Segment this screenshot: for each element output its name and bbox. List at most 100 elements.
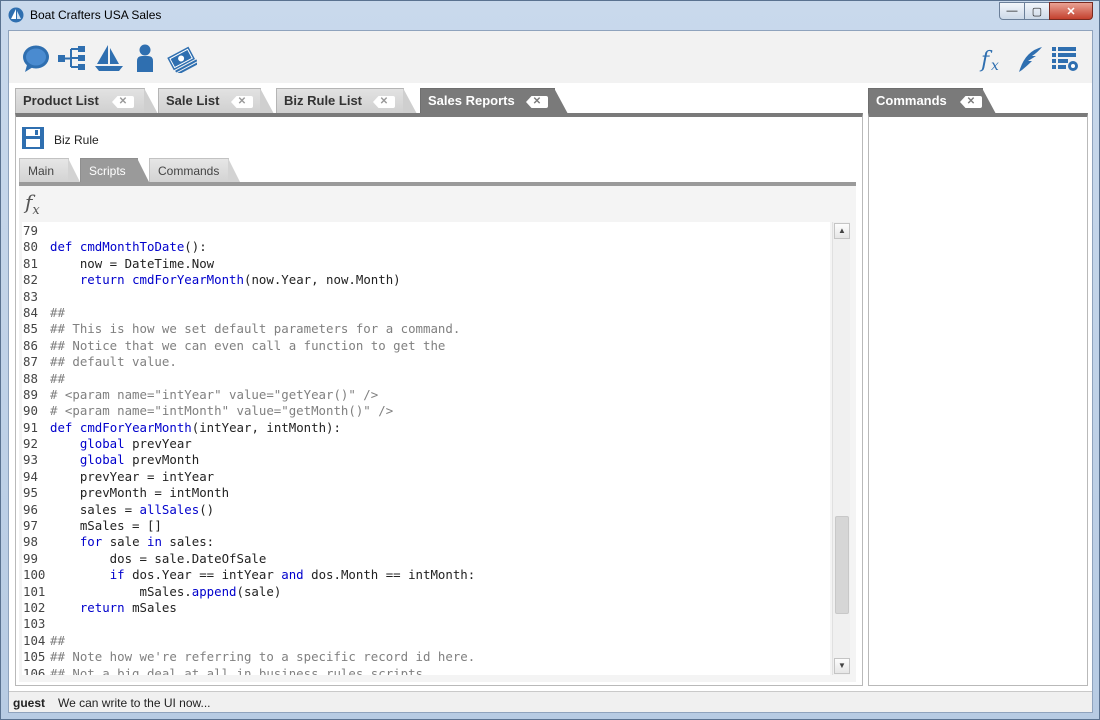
- code-line: 82 return cmdForYearMonth(now.Year, now.…: [22, 272, 475, 288]
- line-number: 82: [23, 272, 38, 288]
- line-number: 80: [23, 239, 38, 255]
- fx-function-button[interactable]: fx: [25, 190, 49, 218]
- money-icon[interactable]: [167, 43, 197, 73]
- line-number: 104: [23, 632, 46, 648]
- hierarchy-icon[interactable]: [57, 43, 87, 73]
- code-line: 105 ## Note how we're referring to a spec…: [22, 649, 475, 665]
- fx-function-icon[interactable]: f x: [979, 45, 1007, 73]
- line-number: 83: [23, 288, 38, 304]
- line-number: 88: [23, 370, 38, 386]
- person-icon[interactable]: [130, 43, 160, 73]
- code-text: def cmdForYearMonth(intYear, intMonth):: [50, 419, 341, 435]
- tab-commands-panel[interactable]: Commands ✕: [868, 88, 996, 114]
- code-text: # <param name="intYear" value="getYear()…: [50, 386, 379, 402]
- app-logo-icon: [8, 7, 24, 23]
- code-text: ## This is how we set default parameters…: [50, 321, 461, 337]
- code-line: 81 now = DateTime.Now: [22, 256, 475, 272]
- line-number: 101: [23, 583, 46, 599]
- line-number: 103: [23, 616, 46, 632]
- code-text: return mSales: [79, 599, 177, 615]
- close-icon[interactable]: ✕: [112, 96, 134, 108]
- main-toolbar: f x: [9, 31, 1092, 83]
- maximize-button[interactable]: ▢: [1024, 2, 1050, 20]
- code-line: 106 ## Not a big deal at all in business …: [22, 666, 475, 675]
- title-bar[interactable]: Boat Crafters USA Sales — ▢ ✕: [1, 1, 1099, 29]
- tab-scripts[interactable]: Scripts: [80, 158, 149, 182]
- doc-header-label: Biz Rule: [54, 133, 99, 147]
- scroll-up-icon[interactable]: ▲: [834, 223, 850, 239]
- code-text: ## Not a big deal at all in business rul…: [50, 665, 423, 675]
- line-number: 95: [23, 485, 38, 501]
- tab-label: Sales Reports: [428, 93, 515, 108]
- code-text: ## Note how we're referring to a specifi…: [50, 649, 476, 665]
- scroll-down-icon[interactable]: ▼: [834, 658, 850, 674]
- line-number: 81: [23, 255, 38, 271]
- code-text: global prevMonth: [79, 452, 200, 468]
- svg-text:x: x: [991, 58, 999, 73]
- quill-pen-icon[interactable]: [1016, 45, 1044, 73]
- line-number: 93: [23, 452, 38, 468]
- code-text: dos = sale.DateOfSale: [50, 550, 267, 566]
- line-number: 99: [23, 550, 38, 566]
- sailboat-icon[interactable]: [94, 43, 124, 73]
- window-controls: — ▢ ✕: [999, 2, 1093, 20]
- tab-biz-rule-list[interactable]: Biz Rule List ✕: [276, 88, 417, 114]
- line-number: 100: [23, 567, 46, 583]
- tab-label: Product List: [23, 93, 99, 108]
- document-pane: Biz Rule Main Scripts Commands fx 79 80 de…: [15, 113, 863, 686]
- code-line: 80 def cmdMonthToDate():: [22, 239, 475, 255]
- window-title: Boat Crafters USA Sales: [30, 8, 162, 22]
- code-editor[interactable]: 79 80 def cmdMonthToDate(): 81 now = DateTi…: [22, 222, 830, 675]
- code-text: if dos.Year == intYear and dos.Month == …: [109, 567, 476, 583]
- line-number: 106: [23, 665, 46, 675]
- list-settings-icon[interactable]: [1051, 45, 1079, 73]
- line-number: 87: [23, 354, 38, 370]
- code-line: 93 global prevMonth: [22, 452, 475, 468]
- close-icon[interactable]: ✕: [231, 96, 253, 108]
- code-line: 91 def cmdForYearMonth(intYear, intMonth)…: [22, 420, 475, 436]
- code-text: global prevYear: [79, 436, 192, 452]
- line-number: 96: [23, 501, 38, 517]
- tab-commands[interactable]: Commands: [149, 158, 240, 182]
- code-text: sales = allSales(): [50, 501, 215, 517]
- code-text: def cmdMonthToDate():: [50, 239, 207, 255]
- tab-main[interactable]: Main: [19, 158, 80, 182]
- code-line: 100 if dos.Year == intYear and dos.Month…: [22, 567, 475, 583]
- line-number: 92: [23, 436, 38, 452]
- tab-sales-reports[interactable]: Sales Reports ✕: [420, 88, 568, 114]
- save-icon[interactable]: [22, 127, 44, 149]
- code-line: 92 global prevYear: [22, 436, 475, 452]
- tab-product-list[interactable]: Product List ✕: [15, 88, 158, 114]
- client-area: f x Product List ✕ Sale List ✕ Biz Rule …: [8, 30, 1093, 713]
- script-editor-frame: fx 79 80 def cmdMonthToDate(): 81 now = Dat…: [19, 182, 856, 682]
- status-bar: guest We can write to the UI now...: [9, 691, 1092, 712]
- line-number: 91: [23, 419, 38, 435]
- vertical-scrollbar[interactable]: ▲ ▼: [832, 222, 850, 675]
- code-line: 83: [22, 289, 475, 305]
- status-message: We can write to the UI now...: [58, 696, 211, 710]
- code-text: ##: [50, 632, 65, 648]
- code-text: ##: [50, 370, 65, 386]
- close-icon[interactable]: ✕: [526, 96, 548, 108]
- code-text: for sale in sales:: [79, 534, 215, 550]
- line-number: 90: [23, 403, 38, 419]
- status-user: guest: [13, 696, 46, 710]
- scroll-thumb[interactable]: [835, 516, 849, 614]
- close-icon[interactable]: ✕: [960, 96, 982, 108]
- chat-bubble-icon[interactable]: [21, 43, 51, 73]
- close-icon[interactable]: ✕: [373, 96, 395, 108]
- minimize-button[interactable]: —: [999, 2, 1025, 20]
- line-number: 105: [23, 649, 46, 665]
- tab-sale-list[interactable]: Sale List ✕: [158, 88, 274, 114]
- code-line: 89 # <param name="intYear" value="getYear…: [22, 387, 475, 403]
- code-text: mSales.append(sale): [50, 583, 282, 599]
- close-button[interactable]: ✕: [1049, 2, 1093, 20]
- code-line: 95 prevMonth = intMonth: [22, 485, 475, 501]
- code-text: # <param name="intMonth" value="getMonth…: [50, 403, 394, 419]
- code-line: 102 return mSales: [22, 600, 475, 616]
- code-line: 84 ##: [22, 305, 475, 321]
- code-text: mSales = []: [50, 518, 162, 534]
- tab-label: Commands: [876, 93, 947, 108]
- tab-label: Sale List: [166, 93, 220, 108]
- code-line: 98 for sale in sales:: [22, 534, 475, 550]
